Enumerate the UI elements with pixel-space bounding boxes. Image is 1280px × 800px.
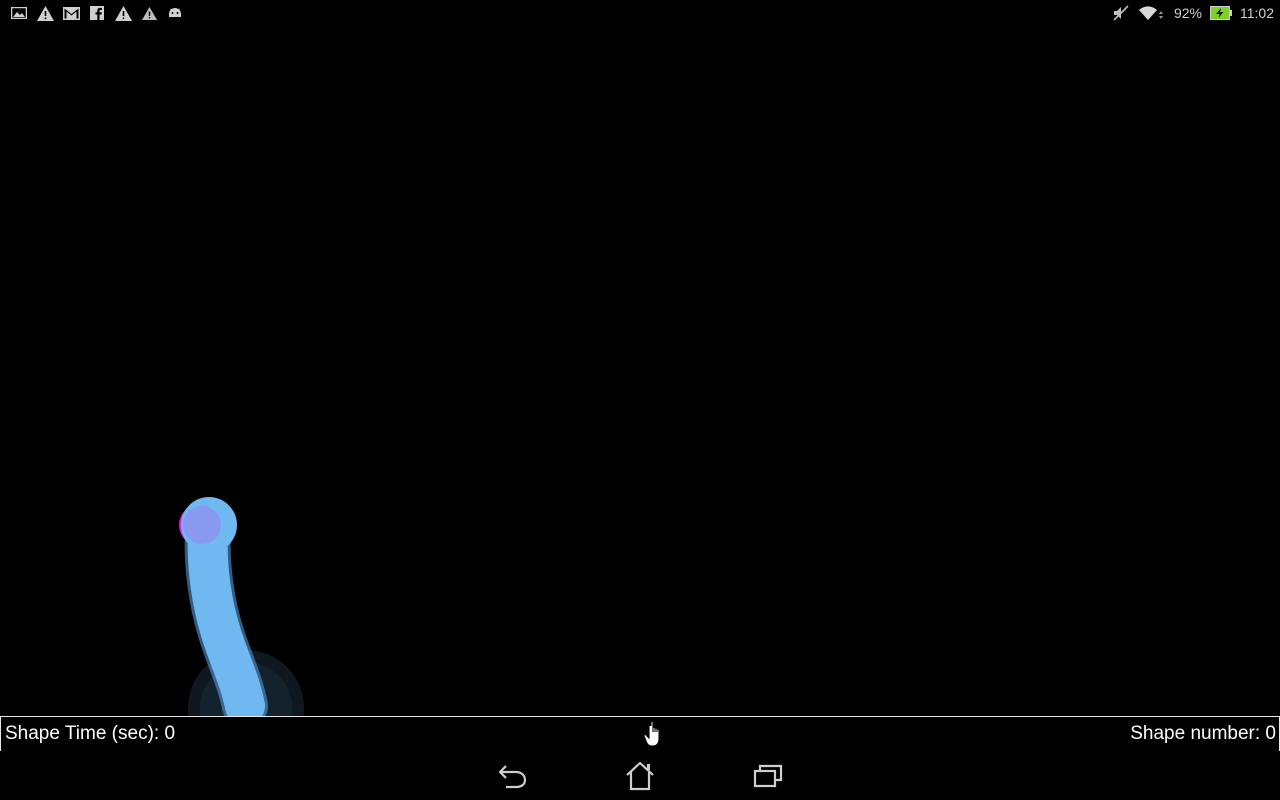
recent-apps-button[interactable] (750, 761, 786, 791)
shape-number-label: Shape number: (1130, 723, 1261, 744)
alert-icon[interactable] (140, 5, 158, 21)
drawing-canvas[interactable] (0, 26, 1280, 716)
recent-apps-icon (753, 764, 783, 788)
gmail-icon[interactable] (62, 5, 80, 21)
app-screen: 92% 11:02 Shape Time (sec): 0 Shape numb… (0, 0, 1280, 800)
shape-number-value: 0 (1265, 723, 1276, 744)
status-bar: 92% 11:02 (0, 0, 1280, 26)
home-icon (626, 761, 654, 791)
wifi-icon (1138, 5, 1166, 21)
clock: 11:02 (1240, 5, 1274, 21)
info-bar: Shape Time (sec): 0 Shape number: 0 (0, 716, 1280, 752)
warning-icon[interactable] (36, 5, 54, 21)
shape-time-value: 0 (164, 723, 176, 744)
shape-time: Shape Time (sec): 0 (1, 723, 175, 745)
android-debug-icon[interactable] (166, 5, 184, 21)
home-button[interactable] (622, 761, 658, 791)
gallery-icon[interactable] (10, 5, 28, 21)
facebook-icon[interactable] (88, 5, 106, 21)
start-overlap (183, 506, 221, 544)
warning-icon[interactable] (114, 5, 132, 21)
hand-pointer-icon (642, 720, 666, 748)
back-icon (498, 765, 527, 789)
battery-percent: 92% (1173, 5, 1202, 21)
back-button[interactable] (494, 761, 530, 791)
notification-icons (0, 5, 184, 21)
shape-number: Shape number: 0 (1130, 723, 1279, 745)
shape-time-label: Shape Time (sec): (5, 723, 160, 744)
mute-icon (1112, 5, 1130, 21)
stroke-layer (179, 497, 304, 716)
system-status: 92% 11:02 (1112, 5, 1280, 21)
battery-icon (1210, 5, 1232, 21)
navigation-bar (0, 751, 1280, 800)
